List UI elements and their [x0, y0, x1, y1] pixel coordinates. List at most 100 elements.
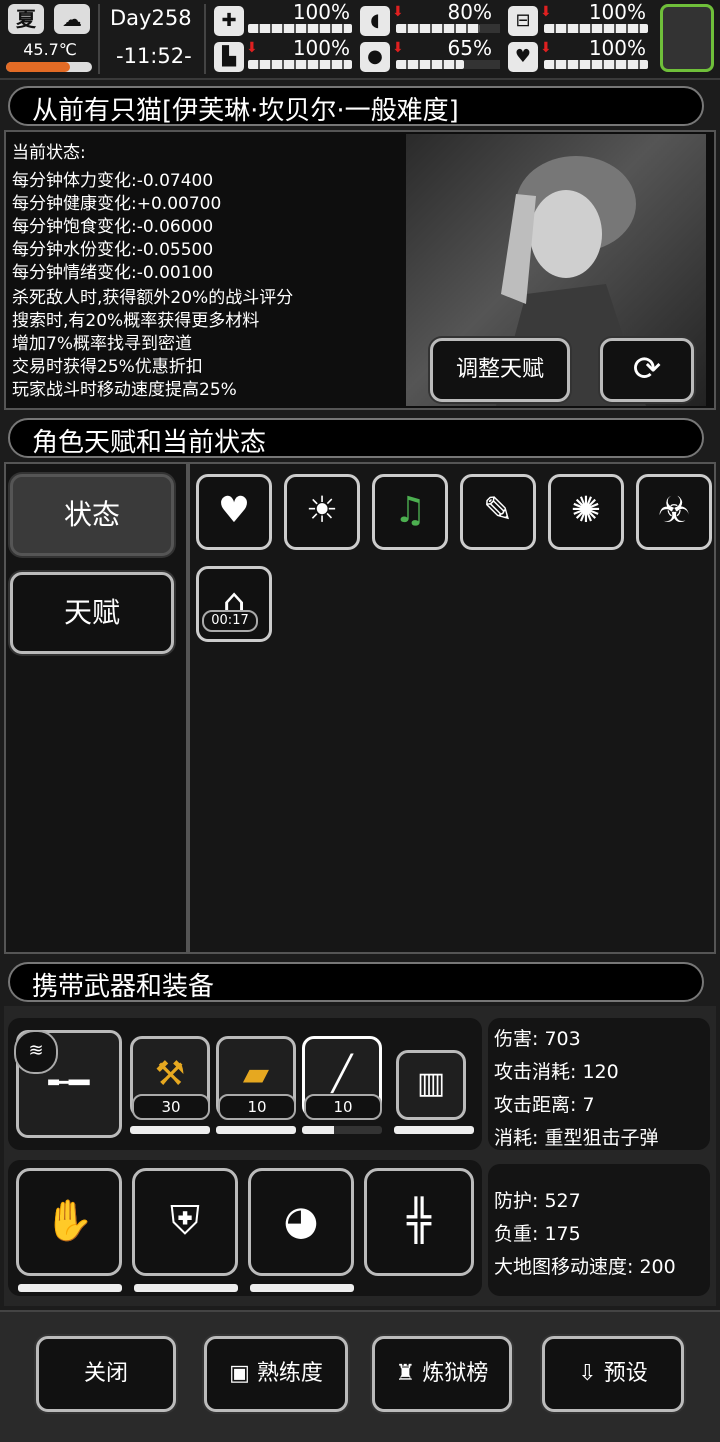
durability-bar	[250, 1284, 354, 1292]
stat-stamina-value: 100%	[292, 36, 350, 60]
status-timer: 00:17	[202, 610, 258, 632]
ammo-count: 10	[218, 1094, 296, 1120]
golden-rifle-icon: ▰	[242, 1054, 270, 1094]
battery-pack-icon: ▥	[416, 1066, 446, 1101]
close-button[interactable]: 关闭	[36, 1336, 176, 1412]
sniper-rifle-icon: ╾━	[48, 1063, 90, 1103]
golden-hammer-icon: ⚒	[154, 1054, 186, 1094]
exoskeleton-slot[interactable]: ╬	[364, 1168, 474, 1276]
ammo-count: 10	[304, 1094, 382, 1120]
armor-load: 负重: 175	[494, 1223, 581, 1245]
stat-water-value: 65%	[447, 36, 492, 60]
heart-icon: ♥	[508, 42, 538, 72]
helmet-slot[interactable]: ◕	[248, 1168, 354, 1276]
durability-bar	[18, 1284, 122, 1292]
season-badge: 夏	[8, 4, 44, 34]
sun-icon[interactable]: ☀	[284, 474, 360, 550]
weapon-ammo-type: 消耗: 重型狙击子弹	[494, 1127, 659, 1149]
gloves-slot[interactable]: ✋	[16, 1168, 122, 1276]
tab-status[interactable]: 状态	[10, 474, 174, 556]
heart-icon[interactable]: ♥	[196, 474, 272, 550]
stat-hunger-value: 80%	[447, 0, 492, 24]
stat-medicine-bar	[544, 24, 648, 33]
exoskeleton-icon: ╬	[406, 1198, 432, 1244]
status-line: 杀死敌人时,获得额外20%的战斗评分	[12, 288, 294, 308]
outfit-swap-icon: ⟳	[632, 349, 662, 389]
divider	[204, 4, 206, 74]
chart-badge-icon: ▣	[229, 1361, 250, 1386]
music-heart-icon[interactable]: ♫	[372, 474, 448, 550]
stat-stamina-bar	[248, 60, 352, 69]
pill-icon: ⊟	[508, 6, 538, 36]
assault-rifle-icon: ╱	[331, 1054, 353, 1094]
talent-section-title: 角色天赋和当前状态	[32, 428, 267, 458]
download-box-icon: ⇩	[578, 1361, 597, 1386]
status-line: 交易时获得25%优惠折扣	[12, 357, 203, 377]
body-armor-slot[interactable]: ⛨	[132, 1168, 238, 1276]
adjust-talent-button[interactable]: 调整天赋	[430, 338, 570, 402]
outfit-swap-button[interactable]: ⟳	[600, 338, 694, 402]
status-line: 每分钟饱食变化:-0.06000	[12, 217, 214, 237]
stat-medicine-value: 100%	[588, 0, 646, 24]
quick-slot-button[interactable]	[660, 4, 714, 72]
temperature-label: 45.7℃	[23, 40, 77, 59]
preset-button[interactable]: ⇩ 预设	[542, 1336, 684, 1412]
status-line: 每分钟情绪变化:-0.00100	[12, 263, 214, 283]
banner-trophy-icon: ♜	[395, 1361, 416, 1386]
body-armor-icon: ⛨	[170, 1198, 200, 1244]
map-move-speed: 大地图移动速度: 200	[494, 1256, 676, 1278]
durability-bar	[394, 1126, 474, 1134]
proficiency-label: 熟练度	[256, 1361, 323, 1386]
equipment-title-bar: 携带武器和装备	[8, 962, 704, 1002]
boot-icon: ▙	[214, 42, 244, 72]
ranking-button[interactable]: ♜ 炼狱榜	[372, 1336, 512, 1412]
talent-section-title-bar: 角色天赋和当前状态	[8, 418, 704, 458]
equipment-title: 携带武器和装备	[32, 972, 215, 1002]
weapon-attack-cost: 攻击消耗: 120	[494, 1061, 619, 1083]
ammo-count: 30	[132, 1094, 210, 1120]
status-line: 每分钟健康变化:+0.00700	[12, 194, 222, 214]
stat-water-bar	[396, 60, 464, 69]
battery-pack-slot[interactable]: ▥	[396, 1050, 466, 1120]
temperature-bar-fill	[6, 62, 70, 72]
fire-mode-icon: ≋	[14, 1030, 58, 1074]
stomach-icon: ◖	[360, 6, 390, 36]
preset-label: 预设	[603, 1361, 648, 1386]
nausea-stomach-icon[interactable]: ☣	[636, 474, 712, 550]
medical-report-icon[interactable]: ✎	[460, 474, 536, 550]
cloud-icon: ☁	[54, 4, 90, 34]
stat-hunger-bar	[396, 24, 480, 33]
ranking-label: 炼狱榜	[422, 1361, 489, 1386]
armor-protection: 防护: 527	[494, 1190, 581, 1212]
stat-water-bar-empty	[464, 60, 500, 69]
character-title-bar: 从前有只猫[伊芙琳·坎贝尔·一般难度]	[8, 86, 704, 126]
stat-health-bar	[248, 24, 352, 33]
gloves-icon: ✋	[44, 1198, 94, 1244]
durability-bar	[302, 1126, 382, 1134]
status-line: 玩家战斗时移动速度提高25%	[12, 380, 237, 400]
proficiency-button[interactable]: ▣ 熟练度	[204, 1336, 348, 1412]
stat-mood-value: 100%	[588, 36, 646, 60]
water-drop-icon: ●	[360, 42, 390, 72]
durability-bar	[130, 1126, 210, 1134]
status-header: 当前状态:	[12, 143, 86, 163]
medkit-icon: ✚	[214, 6, 244, 36]
character-title: 从前有只猫[伊芙琳·坎贝尔·一般难度]	[32, 96, 459, 126]
status-line: 增加7%概率找寻到密道	[12, 334, 192, 354]
status-line: 每分钟水份变化:-0.05500	[12, 240, 214, 260]
alarm-light-icon[interactable]: ✺	[548, 474, 624, 550]
durability-bar	[134, 1284, 238, 1292]
durability-bar	[216, 1126, 296, 1134]
stat-health-value: 100%	[292, 0, 350, 24]
weapon-attack-range: 攻击距离: 7	[494, 1094, 595, 1116]
stat-hunger-bar-empty	[480, 24, 500, 33]
tab-talent[interactable]: 天赋	[10, 572, 174, 654]
weapon-damage: 伤害: 703	[494, 1028, 581, 1050]
status-line: 每分钟体力变化:-0.07400	[12, 171, 214, 191]
game-clock: -11:52-	[116, 44, 192, 68]
divider	[98, 4, 100, 74]
status-line: 搜索时,有20%概率获得更多材料	[12, 311, 260, 331]
stat-mood-bar	[544, 60, 648, 69]
helmet-icon: ◕	[283, 1198, 319, 1244]
day-counter: Day258	[110, 6, 192, 30]
